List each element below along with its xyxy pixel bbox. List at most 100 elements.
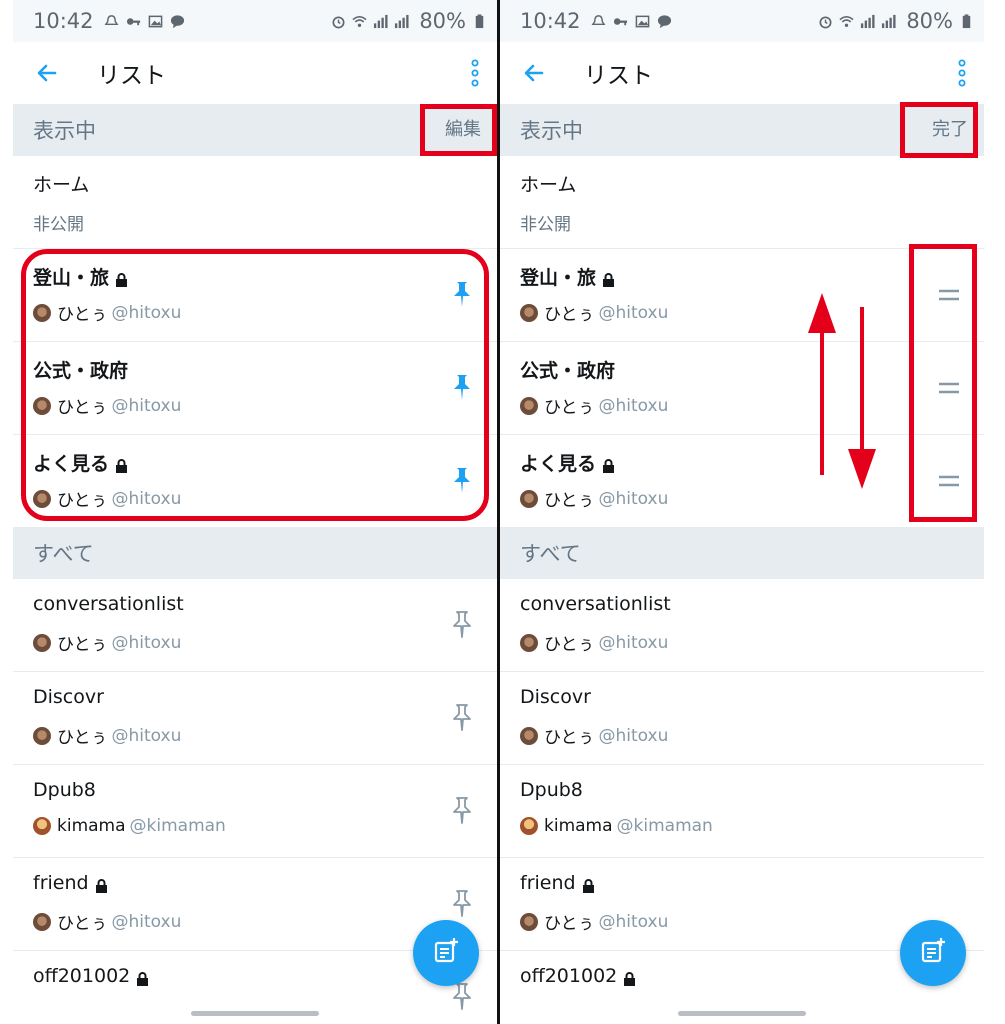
list-title-text: friend [520, 872, 576, 894]
list-title: よく見る [520, 449, 615, 476]
create-list-button[interactable] [413, 920, 479, 986]
section-header-all: すべて [500, 527, 984, 579]
lock-icon [582, 876, 595, 893]
list-title-text: friend [33, 872, 89, 894]
list-title-text: off201002 [33, 965, 131, 987]
owner-name: ひとぅ [57, 305, 108, 325]
list-title-text: 登山・旅 [520, 267, 597, 289]
owner-handle: @hitoxu [111, 725, 182, 746]
drag-handle-icon[interactable] [934, 373, 964, 403]
lock-icon [623, 969, 636, 986]
list-title: ホーム [33, 174, 90, 196]
done-button[interactable]: 完了 [932, 104, 968, 156]
list-title-text: conversationlist [33, 593, 184, 615]
image-icon [148, 14, 163, 29]
pin-filled-icon[interactable] [447, 372, 477, 402]
app-header: リスト [500, 42, 984, 104]
chat-bubble-icon [657, 14, 672, 29]
owner-handle: @hitoxu [111, 395, 182, 416]
list-item[interactable]: Dpub8 kimama @kimaman [500, 765, 984, 858]
lock-icon [95, 876, 108, 893]
overflow-menu-icon[interactable] [958, 59, 966, 87]
list-item[interactable]: よく見る ひとぅ @hitoxu [13, 435, 497, 528]
lock-icon [602, 456, 615, 473]
list-item[interactable]: 登山・旅 ひとぅ @hitoxu [13, 249, 497, 342]
list-title: Dpub8 [520, 779, 583, 801]
image-icon [635, 14, 650, 29]
list-item[interactable]: conversationlist ひとぅ @hitoxu [500, 579, 984, 672]
overflow-menu-icon[interactable] [471, 59, 479, 87]
status-time: 10:42 [33, 9, 94, 33]
list-item[interactable]: よく見る ひとぅ @hitoxu [500, 435, 984, 528]
list-title-text: Dpub8 [33, 779, 96, 801]
pin-outline-icon[interactable] [447, 702, 477, 732]
wifi-icon [352, 14, 367, 29]
owner-name: ひとぅ [57, 491, 108, 511]
owner-handle: @hitoxu [111, 302, 182, 323]
phone-screen-right: 10:42 80% リスト 表示中 完了 ホーム 非公開 登山・旅 ひとぅ @h… [500, 0, 984, 1024]
create-list-button[interactable] [900, 920, 966, 986]
signal-icon [373, 14, 388, 29]
pin-filled-icon[interactable] [447, 279, 477, 309]
pin-outline-icon[interactable] [447, 795, 477, 825]
back-arrow-icon[interactable] [35, 61, 59, 85]
edit-button[interactable]: 編集 [445, 104, 481, 156]
list-title: Dpub8 [33, 779, 96, 801]
owner-handle: @hitoxu [598, 488, 669, 509]
avatar [520, 396, 538, 415]
list-owner: ひとぅ @hitoxu [33, 909, 181, 934]
owner-name: ひとぅ [544, 635, 595, 655]
list-item-home[interactable]: ホーム 非公開 [13, 156, 497, 249]
section-title: 表示中 [520, 119, 583, 143]
list-item[interactable]: Dpub8 kimama @kimaman [13, 765, 497, 858]
avatar [33, 726, 51, 745]
list-title-text: Discovr [33, 686, 104, 708]
battery-percent: 80% [419, 9, 466, 33]
owner-handle: @hitoxu [111, 488, 182, 509]
notification-icons [104, 14, 185, 29]
list-item[interactable]: Discovr ひとぅ @hitoxu [13, 672, 497, 765]
owner-name: ひとぅ [57, 914, 108, 934]
pin-outline-icon[interactable] [447, 609, 477, 639]
pin-filled-icon[interactable] [447, 465, 477, 495]
list-title: off201002 [33, 965, 149, 987]
section-title: すべて [33, 542, 94, 566]
list-item[interactable]: 公式・政府 ひとぅ @hitoxu [500, 342, 984, 435]
list-item[interactable]: Discovr ひとぅ @hitoxu [500, 672, 984, 765]
avatar [33, 633, 51, 652]
lock-icon [136, 969, 149, 986]
owner-name: ひとぅ [544, 305, 595, 325]
owner-name: ひとぅ [57, 635, 108, 655]
list-item[interactable]: 公式・政府 ひとぅ @hitoxu [13, 342, 497, 435]
pin-outline-icon[interactable] [447, 888, 477, 918]
list-item[interactable]: conversationlist ひとぅ @hitoxu [13, 579, 497, 672]
owner-handle: @hitoxu [598, 395, 669, 416]
new-list-icon [919, 937, 947, 969]
list-title-text: 登山・旅 [33, 267, 110, 289]
lock-icon [115, 270, 128, 287]
list-owner: ひとぅ @hitoxu [520, 723, 668, 748]
owner-handle: @kimaman [616, 816, 713, 836]
back-arrow-icon[interactable] [522, 61, 546, 85]
list-title-text: off201002 [520, 965, 618, 987]
owner-handle: @hitoxu [598, 911, 669, 932]
owner-name: ひとぅ [544, 398, 595, 418]
avatar [33, 489, 51, 508]
owner-name: kimama [544, 816, 613, 836]
drag-handle-icon[interactable] [934, 280, 964, 310]
list-owner: ひとぅ @hitoxu [520, 486, 668, 511]
system-icons: 80% [331, 9, 487, 33]
list-item-home[interactable]: ホーム 非公開 [500, 156, 984, 249]
lock-icon [115, 456, 128, 473]
alarm-icon [818, 14, 833, 29]
signal-icon-2 [394, 14, 409, 29]
avatar [520, 633, 538, 652]
drag-handle-icon[interactable] [934, 466, 964, 496]
avatar [33, 912, 51, 931]
owner-handle: @kimaman [129, 816, 226, 836]
list-visibility: 非公開 [520, 215, 571, 235]
battery-icon [959, 13, 974, 29]
home-indicator [678, 1011, 806, 1016]
list-item[interactable]: 登山・旅 ひとぅ @hitoxu [500, 249, 984, 342]
avatar [520, 817, 538, 835]
